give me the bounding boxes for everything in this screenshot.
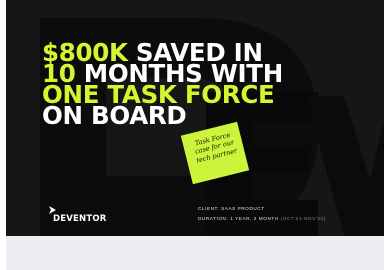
card-footer-area xyxy=(6,236,384,270)
case-meta: CLIENT: SAAS PRODUCT DURATION: 1 YEAR, 2… xyxy=(198,206,326,225)
case-study-card[interactable]: $800K SAVED IN 10 MONTHS WITH ONE TASK F… xyxy=(6,0,384,236)
duration-range: (OCT'21-NOV'22) xyxy=(280,215,326,221)
logo-text: DEVENTOR xyxy=(53,214,107,224)
case-headline: $800K SAVED IN 10 MONTHS WITH ONE TASK F… xyxy=(42,40,283,128)
deventor-logo: DEVENTOR xyxy=(48,205,118,225)
headline-on-board: ON BOARD xyxy=(42,101,187,130)
duration-label: DURATION: 1 YEAR, 2 MONTH xyxy=(198,215,279,221)
client-label: CLIENT: SAAS PRODUCT xyxy=(198,206,265,211)
